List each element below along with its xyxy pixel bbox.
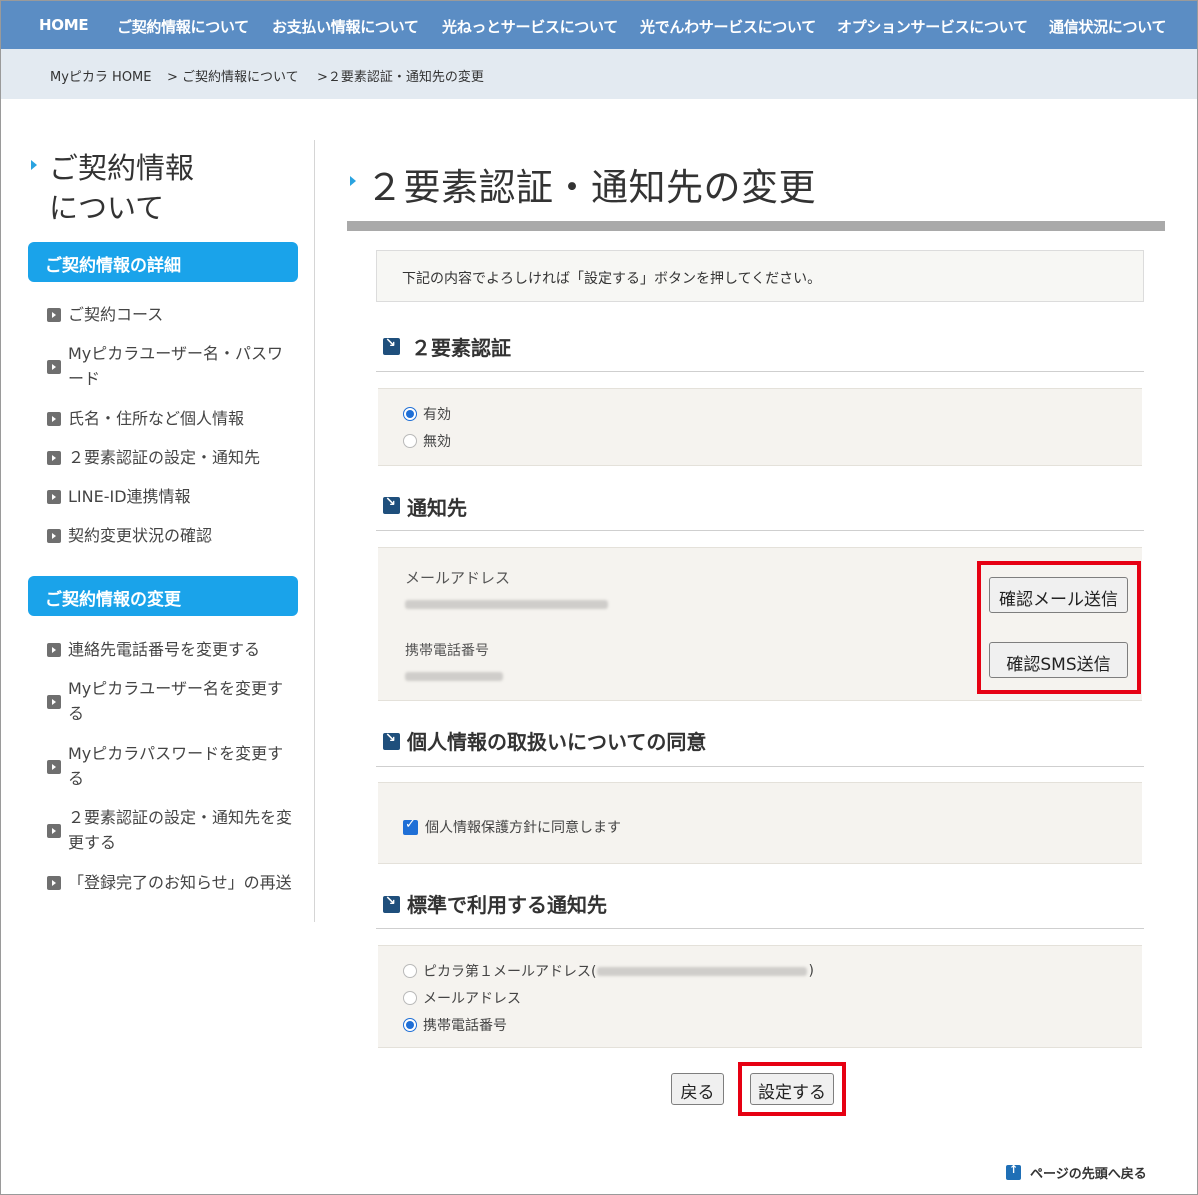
radio-selected-icon xyxy=(403,1018,417,1032)
default-notify-pikara-email-radio[interactable]: ピカラ第１メールアドレス( ) xyxy=(403,961,814,981)
nav-contract-info[interactable]: ご契約情報について xyxy=(117,16,249,37)
breadcrumb-home[interactable]: Myピカラ HOME xyxy=(50,66,151,85)
section-heading-notify: 通知先 xyxy=(407,496,467,520)
chevron-right-icon xyxy=(47,490,61,504)
sidebar-item-contract-course[interactable]: ご契約コース xyxy=(47,302,297,327)
pikara-email-redacted xyxy=(597,966,808,976)
chevron-right-icon xyxy=(47,308,61,322)
radio-selected-icon xyxy=(403,407,417,421)
sidebar-item-resend-notice[interactable]: 「登録完了のお知らせ」の再送 xyxy=(47,870,297,895)
consent-checkbox[interactable]: 個人情報保護方針に同意します xyxy=(403,817,621,837)
sidebar-title-arrow-icon xyxy=(31,160,37,170)
default-notify-phone-radio[interactable]: 携帯電話番号 xyxy=(403,1015,507,1035)
section-heading-twofa: ２要素認証 xyxy=(411,336,511,360)
default-notify-email-radio[interactable]: メールアドレス xyxy=(403,988,521,1008)
sidebar-title: ご契約情報 について xyxy=(49,151,195,225)
sidebar-item-personal-info[interactable]: 氏名・住所など個人情報 xyxy=(47,406,297,431)
email-label: メールアドレス xyxy=(405,569,511,587)
twofa-disabled-radio[interactable]: 無効 xyxy=(403,431,451,451)
email-value-redacted xyxy=(405,594,608,613)
nav-option-services[interactable]: オプションサービスについて xyxy=(837,16,1028,37)
sidebar-heading-details[interactable]: ご契約情報の詳細 xyxy=(28,242,298,282)
breadcrumb: Myピカラ HOME > ご契約情報について >２要素認証・通知先の変更 xyxy=(1,49,1197,99)
sidebar-item-line-id[interactable]: LINE-ID連携情報 xyxy=(47,484,297,509)
twofa-enabled-radio[interactable]: 有効 xyxy=(403,404,451,424)
radio-unselected-icon xyxy=(403,434,417,448)
chevron-right-icon xyxy=(47,824,61,838)
nav-hikari-net[interactable]: 光ねっとサービスについて xyxy=(442,16,618,37)
radio-unselected-icon xyxy=(403,991,417,1005)
section-arrow-icon xyxy=(383,731,400,750)
nav-payment-info[interactable]: お支払い情報について xyxy=(272,16,419,37)
sidebar-item-username-password[interactable]: Myピカラユーザー名・パスワード xyxy=(47,341,297,391)
chevron-right-icon xyxy=(47,529,61,543)
chevron-right-icon xyxy=(47,760,61,774)
phone-label: 携帯電話番号 xyxy=(405,643,489,659)
arrow-up-icon xyxy=(1006,1163,1021,1180)
phone-value-redacted xyxy=(405,666,503,685)
sidebar-item-change-status[interactable]: 契約変更状況の確認 xyxy=(47,523,297,548)
sidebar-divider xyxy=(314,140,315,922)
radio-unselected-icon xyxy=(403,964,417,978)
section-arrow-icon xyxy=(383,894,400,913)
title-underline xyxy=(347,221,1165,231)
section-divider xyxy=(376,530,1144,531)
sidebar-item-change-twofa[interactable]: ２要素認証の設定・通知先を変更する xyxy=(47,805,297,855)
nav-home[interactable]: HOME xyxy=(39,16,89,34)
sidebar-item-change-phone[interactable]: 連絡先電話番号を変更する xyxy=(47,637,297,662)
chevron-right-icon xyxy=(47,360,61,374)
section-divider xyxy=(376,371,1144,372)
sidebar-item-twofa-settings[interactable]: ２要素認証の設定・通知先 xyxy=(47,445,297,470)
back-button[interactable]: 戻る xyxy=(671,1073,724,1105)
sidebar-item-change-password[interactable]: Myピカラパスワードを変更する xyxy=(47,741,297,791)
twofa-panel xyxy=(378,388,1142,466)
section-divider xyxy=(376,928,1144,929)
highlight-box-submit xyxy=(738,1062,846,1116)
chevron-right-icon xyxy=(47,451,61,465)
checkbox-checked-icon xyxy=(403,817,418,835)
highlight-box-confirm-buttons xyxy=(977,561,1141,694)
chevron-right-icon xyxy=(47,412,61,426)
chevron-right-icon xyxy=(47,643,61,657)
instruction-notice: 下記の内容でよろしければ「設定する」ボタンを押してください。 xyxy=(376,250,1144,302)
section-arrow-icon xyxy=(383,336,400,355)
section-divider xyxy=(376,766,1144,767)
sidebar-heading-changes[interactable]: ご契約情報の変更 xyxy=(28,576,298,616)
breadcrumb-contract-info[interactable]: > ご契約情報について xyxy=(167,66,299,85)
sidebar-item-change-username[interactable]: Myピカラユーザー名を変更する xyxy=(47,676,297,726)
page-title: ２要素認証・通知先の変更 xyxy=(366,166,816,209)
breadcrumb-current: >２要素認証・通知先の変更 xyxy=(317,70,484,85)
nav-hikari-denwa[interactable]: 光でんわサービスについて xyxy=(640,16,816,37)
page-top-link[interactable]: ページの先頭へ戻る xyxy=(1006,1163,1147,1182)
section-heading-default-notify: 標準で利用する通知先 xyxy=(407,893,607,917)
top-nav: HOME ご契約情報について お支払い情報について 光ねっとサービスについて 光… xyxy=(1,1,1197,49)
chevron-right-icon xyxy=(47,876,61,890)
title-arrow-icon xyxy=(350,176,356,186)
section-arrow-icon xyxy=(383,495,400,514)
section-heading-consent: 個人情報の取扱いについての同意 xyxy=(407,730,707,754)
chevron-right-icon xyxy=(47,695,61,709)
nav-connection-status[interactable]: 通信状況について xyxy=(1049,16,1166,37)
